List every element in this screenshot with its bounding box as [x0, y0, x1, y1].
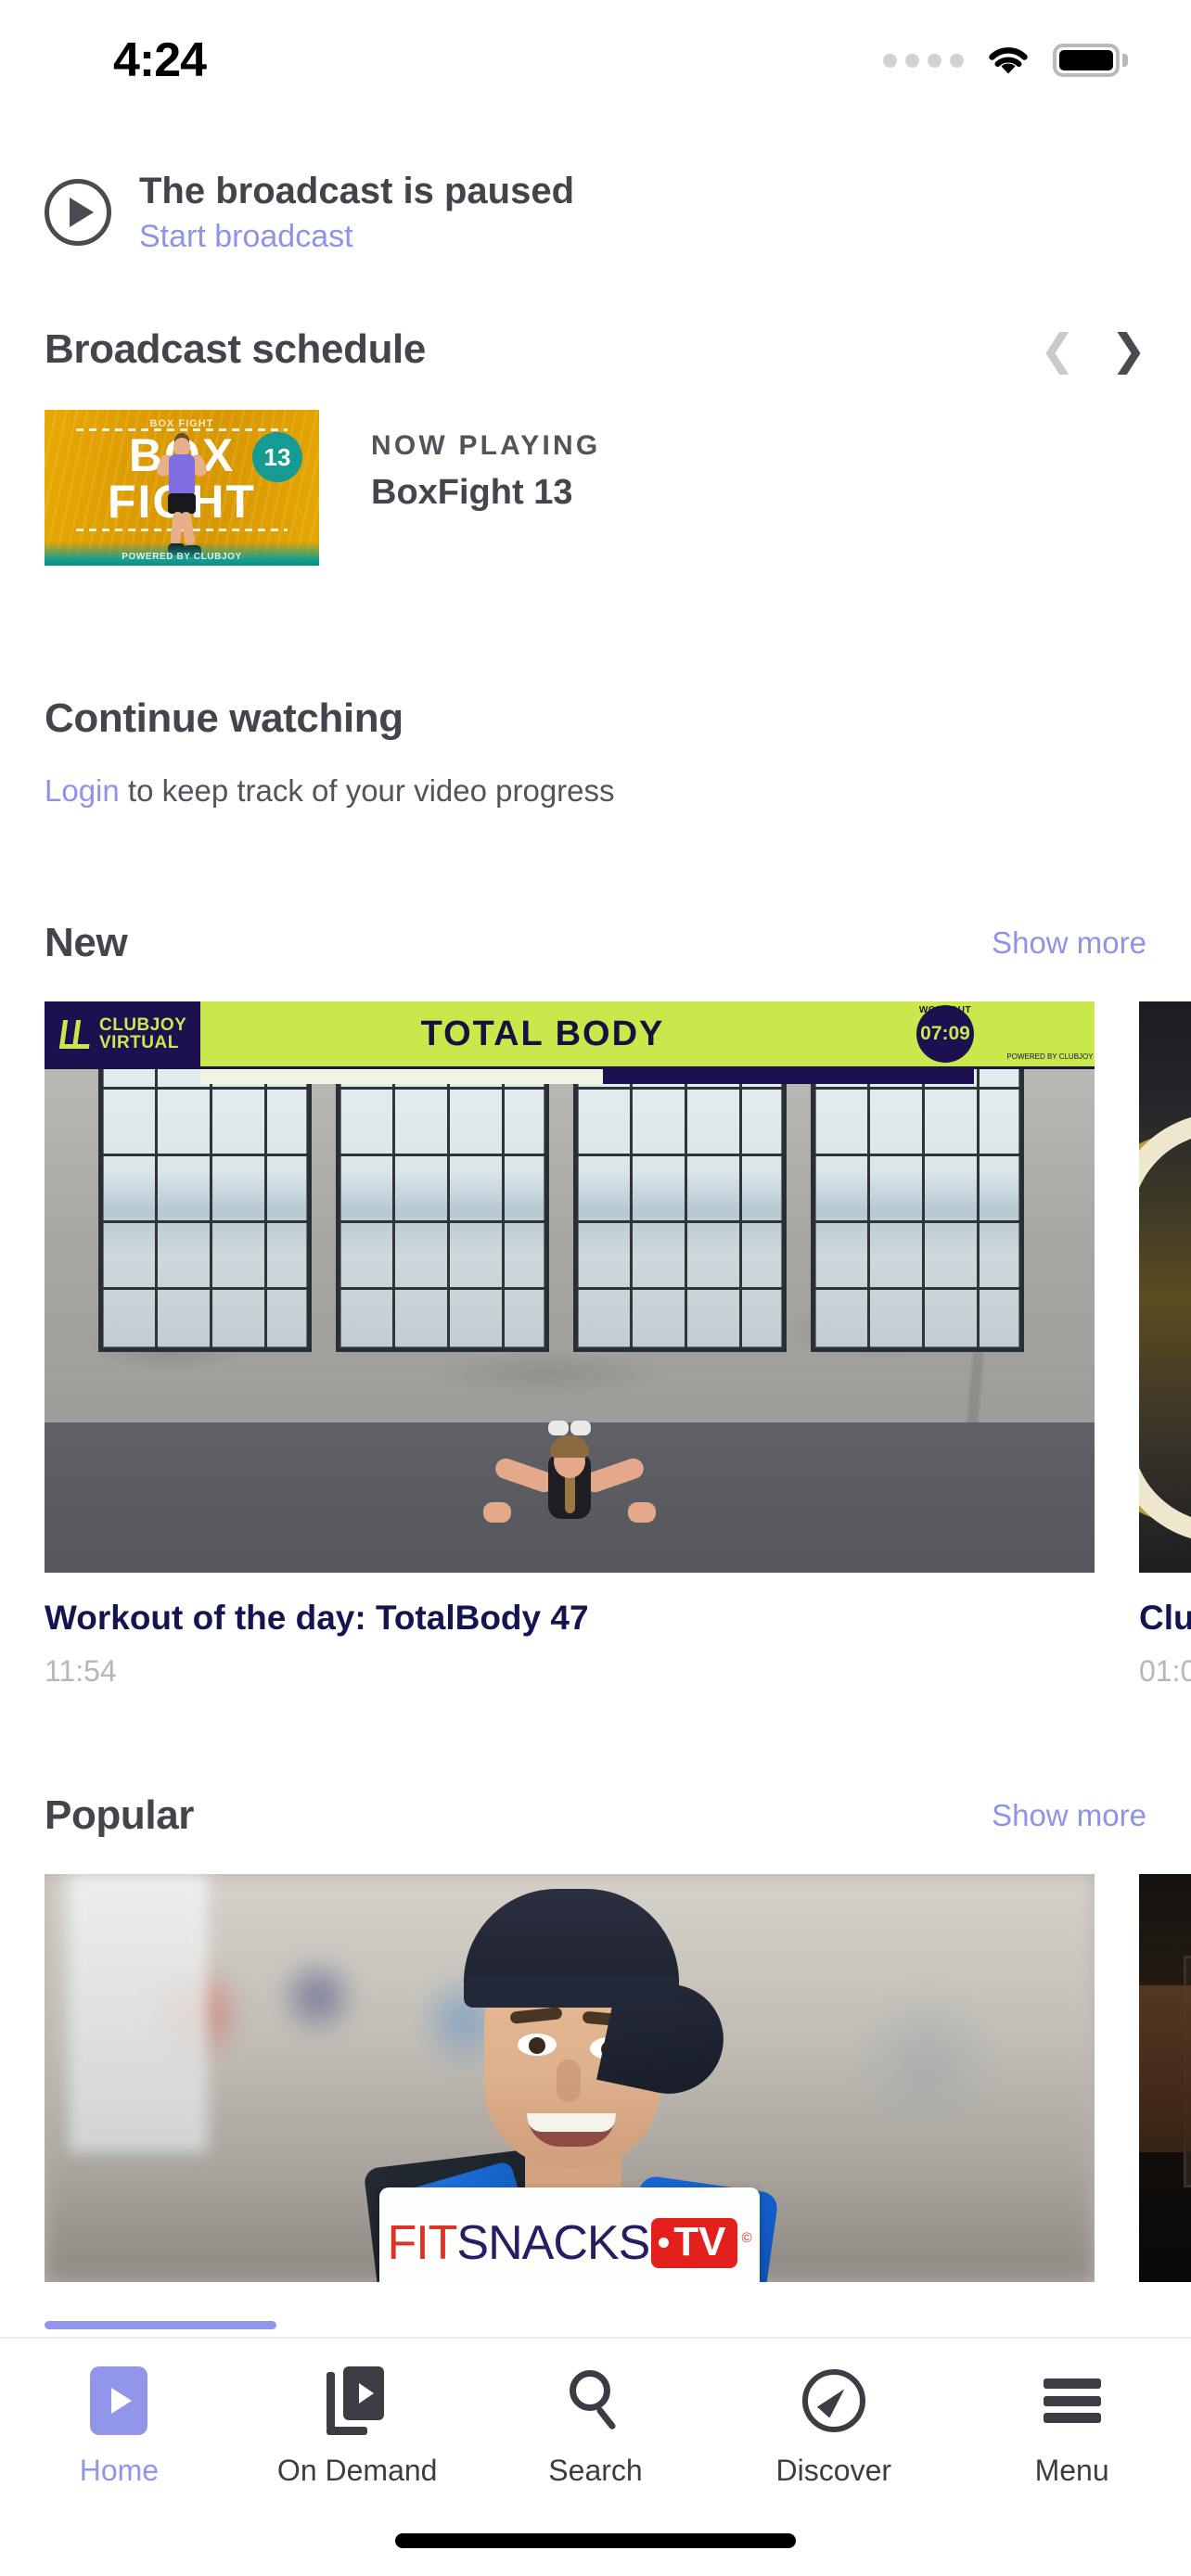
- signal-dots-icon: [883, 53, 964, 68]
- status-bar-time: 4:24: [113, 33, 207, 87]
- continue-watching-title: Continue watching: [45, 695, 403, 742]
- wifi-icon: [984, 43, 1032, 78]
- tab-on-demand[interactable]: On Demand: [238, 2366, 477, 2488]
- episode-number-badge: 13: [252, 432, 302, 483]
- broadcast-text-block: The broadcast is paused Start broadcast: [139, 170, 574, 254]
- totalbody-banner-title: TOTAL BODY: [420, 1014, 665, 1053]
- totalbody-powered-by: POWERED BY CLUBJOY: [1006, 1052, 1094, 1061]
- boxfight-powered-by: POWERED BY CLUBJOY: [122, 552, 242, 563]
- clubjoy-mark-icon: [59, 1018, 91, 1050]
- video-card[interactable]: CLUBJOY VIRTUAL TOTAL BODY WORKOUT 07:09…: [45, 1001, 1095, 1689]
- video-card[interactable]: [1139, 1874, 1191, 2283]
- fitsnacks-logo-fit: FIT: [387, 2216, 457, 2271]
- new-section-title: New: [45, 920, 128, 966]
- tab-discover-label: Discover: [775, 2454, 892, 2487]
- now-playing-meta: NOW PLAYING BoxFight 13: [319, 410, 600, 513]
- clubjoy-virtual-logo: CLUBJOY VIRTUAL: [45, 1001, 200, 1067]
- fitsnacks-thumbnail[interactable]: FIT SNACKS TV ©: [45, 1874, 1095, 2283]
- home-indicator: [395, 2533, 796, 2548]
- broadcast-status-title: The broadcast is paused: [139, 171, 575, 211]
- status-bar: 4:24: [0, 0, 1191, 100]
- continue-watching-header: Continue watching: [0, 695, 1191, 742]
- popular-show-more-link[interactable]: Show more: [992, 1798, 1146, 1833]
- video-card[interactable]: Clu 01:0: [1139, 1001, 1191, 1689]
- play-circle-icon[interactable]: [45, 178, 111, 246]
- tab-home-label: Home: [79, 2454, 160, 2487]
- totalbody-athlete-figure: [463, 1413, 676, 1552]
- clubjoy-brand-line-2: VIRTUAL: [99, 1033, 179, 1053]
- fitsnacks-logo-tv-text: TV: [673, 2219, 726, 2265]
- battery-full-icon: [1053, 44, 1128, 77]
- clubjoy-brand-line-1: CLUBJOY: [99, 1015, 187, 1036]
- horizontal-scroll-indicator[interactable]: [45, 2321, 276, 2329]
- schedule-pager: ❮ ❯: [1040, 328, 1146, 371]
- login-link[interactable]: Login: [45, 773, 120, 808]
- video-title: Workout of the day: TotalBody 47: [45, 1599, 589, 1638]
- continue-watching-message: Login to keep track of your video progre…: [0, 742, 1191, 809]
- new-show-more-link[interactable]: Show more: [992, 925, 1146, 961]
- login-message-rest: to keep track of your video progress: [119, 773, 615, 809]
- video-duration: 11:54: [45, 1654, 117, 1689]
- now-playing-label: NOW PLAYING: [371, 430, 601, 462]
- dark-room-screen: [1184, 1956, 1191, 2188]
- workout-timer-label: WORKOUT: [918, 1005, 972, 1016]
- fitsnacks-copyright: ©: [741, 2230, 752, 2247]
- workout-progress-bar: [200, 1069, 974, 1085]
- now-playing-title: BoxFight 13: [371, 473, 573, 513]
- chevron-right-icon[interactable]: ❯: [1110, 328, 1146, 371]
- search-icon: [566, 2366, 625, 2435]
- fitsnacks-window-blur: [69, 1874, 208, 2153]
- dark-room-thumbnail[interactable]: [1139, 1874, 1191, 2283]
- tab-on-demand-label: On Demand: [276, 2454, 438, 2487]
- popular-video-row[interactable]: FIT SNACKS TV ©: [0, 1874, 1191, 2283]
- workout-timer: WORKOUT 07:09: [885, 1001, 1005, 1066]
- status-bar-indicators: [883, 22, 1128, 78]
- fitsnacks-logo-snacks: SNACKS: [456, 2216, 650, 2271]
- video-duration: 01:0: [1139, 1654, 1191, 1689]
- fitsnacks-dot-icon: [659, 2237, 670, 2248]
- video-title: Clu: [1139, 1599, 1191, 1638]
- on-demand-library-icon: [327, 2366, 388, 2435]
- tab-search-label: Search: [548, 2454, 643, 2487]
- chevron-left-icon[interactable]: ❮: [1040, 328, 1076, 371]
- broadcast-schedule-title: Broadcast schedule: [45, 326, 426, 373]
- broadcast-status-row[interactable]: The broadcast is paused Start broadcast: [0, 100, 1191, 254]
- compass-icon: [801, 2366, 865, 2435]
- fitsnacks-logo: FIT SNACKS TV ©: [387, 2216, 752, 2271]
- fitsnacks-logo-card: FIT SNACKS TV ©: [379, 2187, 760, 2283]
- boxfight-thumbnail[interactable]: BOX FIGHT BOX FIGHT POWERED BY CLUBJOY 1…: [45, 410, 319, 567]
- tab-search[interactable]: Search: [477, 2366, 715, 2488]
- totalbody-overlay-banner: CLUBJOY VIRTUAL TOTAL BODY WORKOUT 07:09…: [45, 1001, 1095, 1070]
- start-broadcast-link[interactable]: Start broadcast: [139, 219, 574, 254]
- tab-discover[interactable]: Discover: [714, 2366, 953, 2488]
- tab-home[interactable]: Home: [0, 2366, 238, 2488]
- fitsnacks-logo-tv: TV: [651, 2218, 737, 2269]
- clubjoy-gold-thumbnail[interactable]: [1139, 1001, 1191, 1574]
- popular-section-header: Popular Show more: [0, 1792, 1191, 1839]
- tab-menu-label: Menu: [1034, 2454, 1109, 2487]
- hamburger-menu-icon: [1043, 2366, 1101, 2435]
- new-section-header: New Show more: [0, 920, 1191, 966]
- popular-section-title: Popular: [45, 1792, 194, 1839]
- broadcast-schedule-header: Broadcast schedule ❮ ❯: [0, 326, 1191, 373]
- tab-menu[interactable]: Menu: [953, 2366, 1191, 2488]
- video-card[interactable]: FIT SNACKS TV ©: [45, 1874, 1095, 2283]
- totalbody-thumbnail[interactable]: CLUBJOY VIRTUAL TOTAL BODY WORKOUT 07:09…: [45, 1001, 1095, 1574]
- schedule-now-playing-row[interactable]: BOX FIGHT BOX FIGHT POWERED BY CLUBJOY 1…: [0, 373, 1191, 567]
- new-video-row[interactable]: CLUBJOY VIRTUAL TOTAL BODY WORKOUT 07:09…: [0, 1001, 1191, 1689]
- home-play-icon: [90, 2366, 148, 2435]
